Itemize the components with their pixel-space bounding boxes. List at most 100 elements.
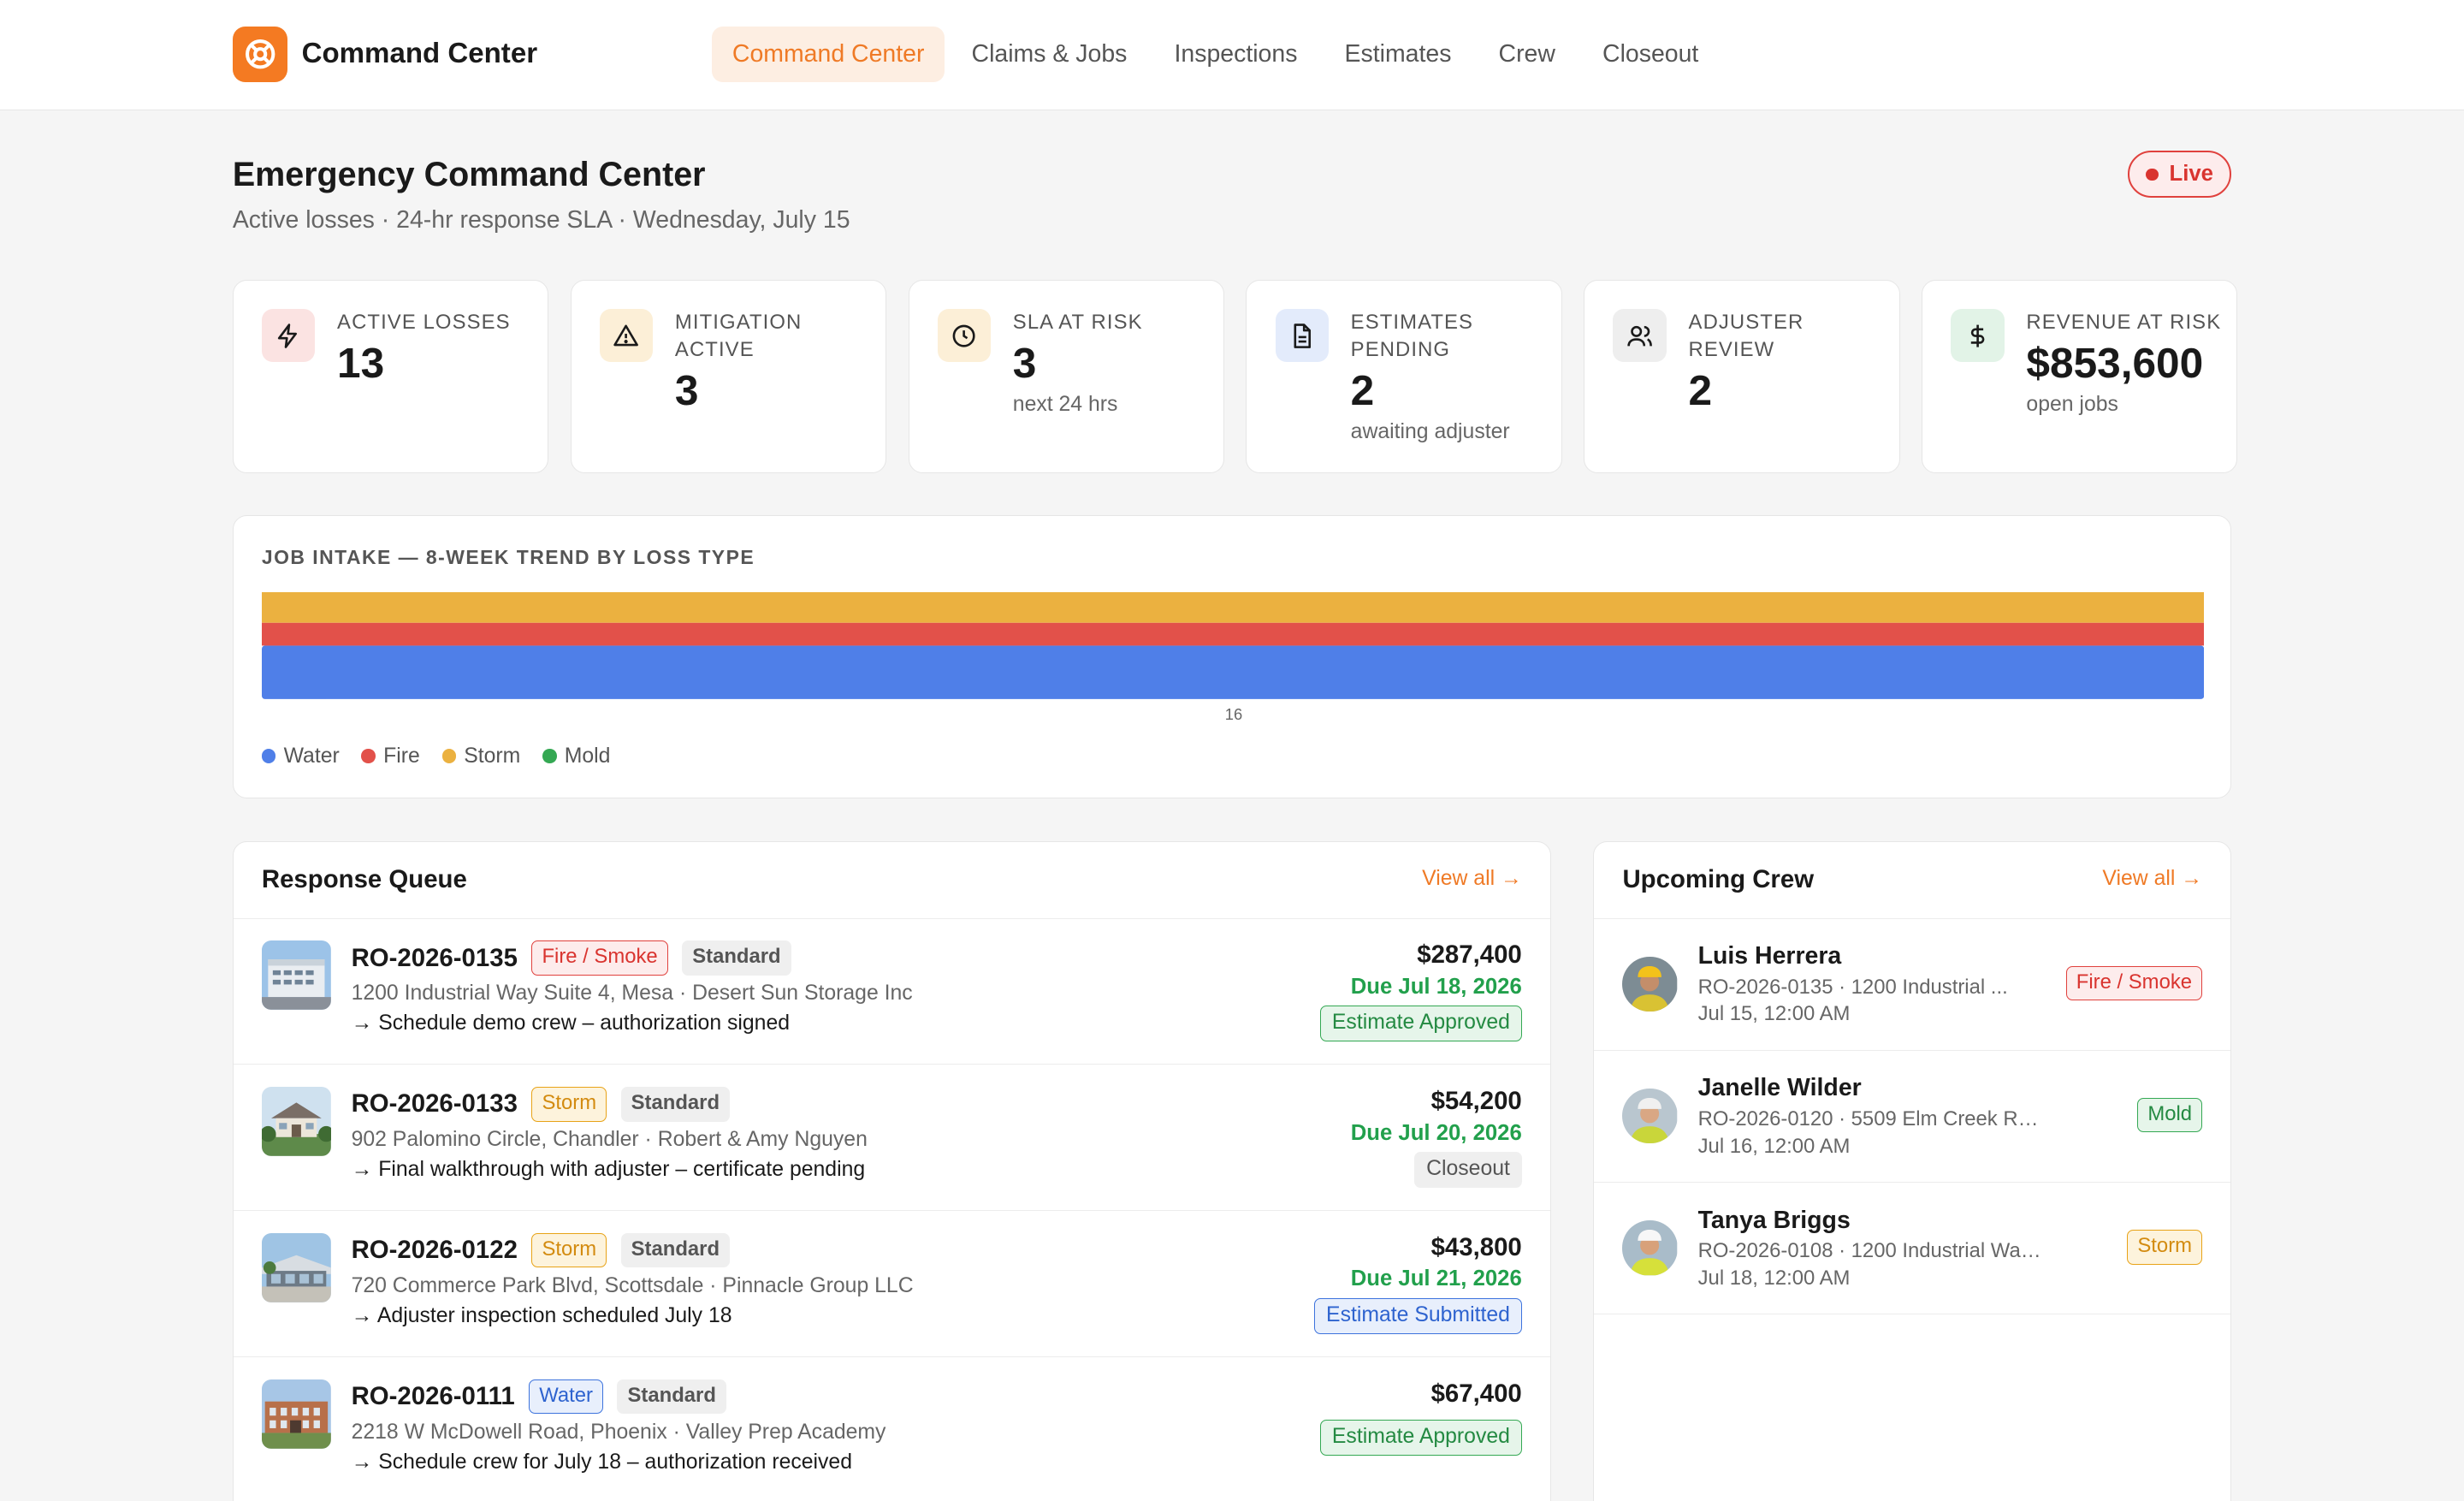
panel-header: Upcoming Crew View all → bbox=[1594, 842, 2231, 919]
dollar-icon bbox=[1951, 308, 2005, 363]
crew-row[interactable]: Tanya Briggs RO-2026-0108 · 1200 Industr… bbox=[1594, 1183, 2231, 1315]
tab-claims-jobs[interactable]: Claims & Jobs bbox=[951, 27, 1148, 81]
document-icon bbox=[1275, 308, 1329, 363]
page: Command Center Command Center Claims & J… bbox=[0, 0, 2464, 1501]
job-amount: $287,400 bbox=[1417, 940, 1522, 970]
tab-estimates[interactable]: Estimates bbox=[1324, 27, 1472, 81]
loss-type-tag: Storm bbox=[531, 1087, 607, 1122]
job-intake-chart-card: JOB INTAKE — 8-WEEK TREND BY LOSS TYPE 1… bbox=[232, 515, 2232, 799]
loss-type-tag: Storm bbox=[2127, 1230, 2203, 1265]
loss-type-tag: Water bbox=[529, 1379, 603, 1415]
due-date: Due Jul 21, 2026 bbox=[1350, 1267, 1522, 1291]
view-all-link[interactable]: View all → bbox=[2102, 867, 2202, 891]
stat-label: Active Losses bbox=[337, 310, 511, 334]
stat-card-adjuster-review[interactable]: Adjuster Review 2 bbox=[1584, 279, 1900, 473]
view-all-link[interactable]: View all → bbox=[1422, 867, 1522, 891]
loss-type-tag: Mold bbox=[2137, 1097, 2203, 1133]
stat-label: Revenue at Risk bbox=[2026, 310, 2222, 334]
crew-name: Luis Herrera bbox=[1697, 942, 1842, 970]
users-icon bbox=[1613, 308, 1667, 363]
legend-item-mold[interactable]: Mold bbox=[542, 745, 610, 768]
next-action: → Schedule crew for July 18 – authorizat… bbox=[351, 1450, 852, 1474]
response-queue-panel: Response Queue View all → RO-2026-0135 F… bbox=[232, 840, 1551, 1501]
crew-job: RO-2026-0120 · 5509 Elm Creek Road bbox=[1697, 1106, 2047, 1130]
legend-item-storm[interactable]: Storm bbox=[441, 744, 521, 768]
legend-label: Water bbox=[283, 744, 340, 768]
queue-row[interactable]: RO-2026-0133 Storm Standard 902 Palomino… bbox=[233, 1065, 1550, 1212]
job-amount: $54,200 bbox=[1430, 1087, 1522, 1116]
due-date: Due Jul 18, 2026 bbox=[1350, 974, 1522, 999]
stat-card-sla-at-risk[interactable]: SLA at Risk 3 next 24 hrs bbox=[908, 279, 1224, 473]
crew-row[interactable]: Janelle Wilder RO-2026-0120 · 5509 Elm C… bbox=[1594, 1051, 2231, 1184]
stat-label: SLA at Risk bbox=[1012, 310, 1143, 334]
legend-item-fire[interactable]: Fire bbox=[361, 744, 420, 768]
next-action: → Adjuster inspection scheduled July 18 bbox=[351, 1304, 732, 1328]
job-id[interactable]: RO-2026-0133 bbox=[352, 1089, 518, 1118]
stat-card-active-losses[interactable]: Active Losses 13 bbox=[232, 279, 548, 473]
stat-value: 2 bbox=[1350, 366, 1375, 415]
status-badge: Estimate Approved bbox=[1320, 1419, 1522, 1456]
lightning-icon bbox=[261, 308, 316, 363]
priority-tag: Standard bbox=[620, 1087, 731, 1122]
crew-row[interactable]: Luis Herrera RO-2026-0135 · 1200 Industr… bbox=[1594, 919, 2231, 1051]
crew-time: Jul 16, 12:00 AM bbox=[1697, 1134, 1851, 1158]
page-title: Emergency Command Center bbox=[232, 155, 706, 193]
crew-name: Tanya Briggs bbox=[1697, 1206, 1851, 1234]
job-address: 1200 Industrial Way Suite 4, Mesa · Dese… bbox=[351, 982, 913, 1006]
tab-inspections[interactable]: Inspections bbox=[1154, 27, 1318, 81]
loss-type-tag: Storm bbox=[531, 1232, 607, 1268]
job-id[interactable]: RO-2026-0135 bbox=[352, 944, 518, 973]
stat-cards: Active Losses 13 Mitigation Active 3 SLA… bbox=[232, 279, 2238, 473]
property-thumbnail bbox=[261, 1087, 331, 1156]
brand-name: Command Center bbox=[301, 38, 538, 70]
job-amount: $43,800 bbox=[1430, 1232, 1522, 1261]
job-id[interactable]: RO-2026-0111 bbox=[352, 1382, 515, 1411]
stat-label: Estimates Pending bbox=[1350, 310, 1474, 362]
stat-value: $853,600 bbox=[2026, 338, 2204, 387]
priority-tag: Standard bbox=[682, 940, 791, 976]
next-action: → Final walkthrough with adjuster – cert… bbox=[351, 1158, 866, 1182]
live-label: Live bbox=[2169, 162, 2213, 187]
job-id[interactable]: RO-2026-0122 bbox=[352, 1236, 518, 1265]
loss-type-tag: Fire / Smoke bbox=[2065, 965, 2203, 1001]
priority-tag: Standard bbox=[620, 1232, 731, 1268]
brand[interactable]: Command Center bbox=[232, 27, 538, 82]
stat-card-estimates-pending[interactable]: Estimates Pending 2 awaiting adjuster bbox=[1246, 279, 1562, 473]
tab-closeout[interactable]: Closeout bbox=[1582, 27, 1719, 81]
queue-row[interactable]: RO-2026-0122 Storm Standard 720 Commerce… bbox=[233, 1211, 1550, 1358]
job-intake-chart: 16 bbox=[261, 591, 2205, 722]
job-address: 720 Commerce Park Blvd, Scottsdale · Pin… bbox=[351, 1273, 914, 1297]
legend-item-water[interactable]: Water bbox=[261, 744, 340, 768]
page-subtitle: Active losses · 24-hr response SLA · Wed… bbox=[232, 205, 850, 234]
avatar bbox=[1622, 956, 1678, 1012]
alert-triangle-icon bbox=[599, 308, 654, 363]
legend-dot-icon bbox=[261, 749, 276, 763]
status-badge: Estimate Submitted bbox=[1314, 1297, 1522, 1335]
avatar bbox=[1622, 1088, 1678, 1144]
queue-row[interactable]: RO-2026-0135 Fire / Smoke Standard 1200 … bbox=[233, 919, 1550, 1065]
stat-card-revenue-at-risk[interactable]: Revenue at Risk $853,600 open jobs bbox=[1922, 279, 2238, 473]
due-date: Due Jul 20, 2026 bbox=[1350, 1120, 1522, 1145]
stat-card-mitigation-active[interactable]: Mitigation Active 3 bbox=[570, 279, 886, 473]
queue-row[interactable]: RO-2026-0111 Water Standard 2218 W McDow… bbox=[234, 1357, 1550, 1501]
crew-time: Jul 15, 12:00 AM bbox=[1697, 1002, 1851, 1026]
legend-dot-icon bbox=[542, 749, 557, 763]
stat-sub: awaiting adjuster bbox=[1350, 420, 1510, 444]
stat-label: Adjuster Review bbox=[1688, 310, 1804, 362]
panel-title: Response Queue bbox=[261, 865, 467, 894]
legend-label: Fire bbox=[383, 744, 420, 768]
lifebuoy-icon bbox=[232, 27, 288, 82]
status-badge: Closeout bbox=[1414, 1151, 1522, 1189]
status-badge: Estimate Approved bbox=[1320, 1006, 1522, 1042]
stat-value: 13 bbox=[337, 338, 385, 387]
property-thumbnail bbox=[261, 1232, 331, 1302]
tab-crew[interactable]: Crew bbox=[1478, 27, 1576, 81]
legend-dot-icon bbox=[441, 749, 457, 763]
tab-command-center[interactable]: Command Center bbox=[712, 27, 945, 82]
avatar bbox=[1622, 1220, 1678, 1276]
area-storm bbox=[261, 591, 2205, 623]
legend-label: Storm bbox=[464, 744, 521, 768]
loss-type-tag: Fire / Smoke bbox=[531, 940, 668, 976]
job-amount: $67,400 bbox=[1430, 1379, 1522, 1408]
job-address: 902 Palomino Circle, Chandler · Robert &… bbox=[351, 1127, 868, 1151]
